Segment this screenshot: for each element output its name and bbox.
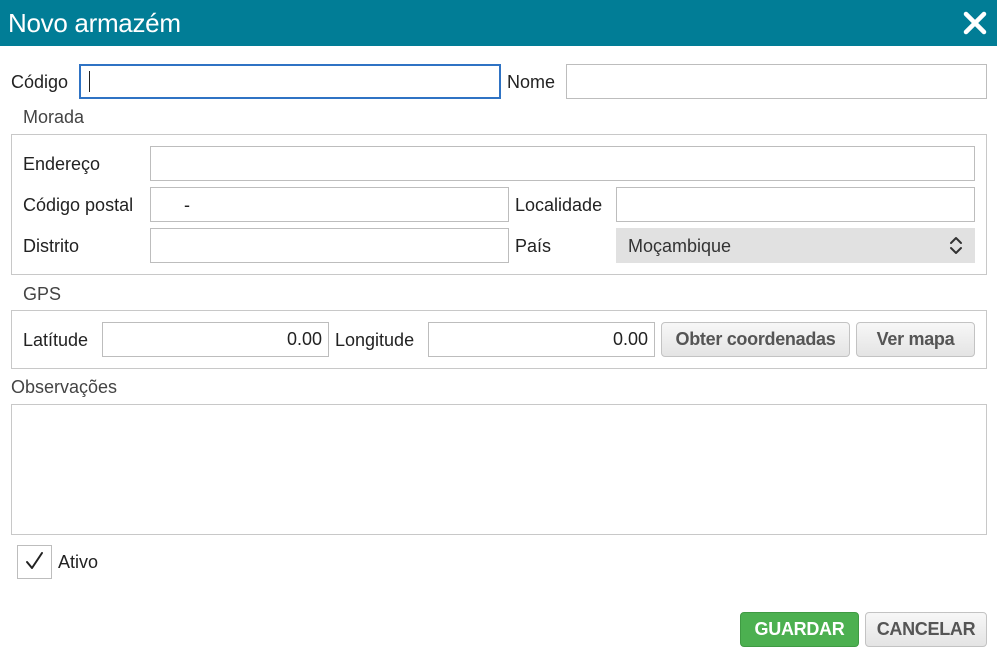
ver-mapa-button[interactable]: Ver mapa bbox=[856, 322, 975, 357]
close-icon[interactable] bbox=[961, 9, 989, 37]
longitude-label: Longitude bbox=[335, 330, 415, 350]
distrito-label: Distrito bbox=[23, 236, 80, 256]
codigo-postal-separator: - bbox=[184, 195, 190, 215]
dialog-title: Novo armazém bbox=[8, 8, 181, 38]
ativo-checkbox[interactable] bbox=[17, 545, 52, 579]
codigo-postal-label: Código postal bbox=[23, 195, 134, 215]
nome-label: Nome bbox=[507, 72, 556, 92]
endereco-label: Endereço bbox=[23, 154, 101, 174]
nome-input[interactable] bbox=[566, 64, 987, 99]
codigo-postal-input[interactable] bbox=[150, 187, 509, 222]
latitude-input[interactable] bbox=[102, 322, 329, 357]
gps-legend: GPS bbox=[23, 284, 62, 304]
checkmark-icon bbox=[26, 552, 43, 569]
cancelar-button[interactable]: CANCELAR bbox=[865, 612, 987, 647]
latitude-label: Latítude bbox=[23, 330, 89, 350]
endereco-input[interactable] bbox=[150, 146, 975, 181]
guardar-button[interactable]: GUARDAR bbox=[740, 612, 859, 647]
longitude-input[interactable] bbox=[428, 322, 655, 357]
distrito-input[interactable] bbox=[150, 228, 509, 263]
morada-legend: Morada bbox=[23, 107, 85, 127]
pais-label: País bbox=[515, 236, 552, 256]
codigo-input[interactable] bbox=[79, 64, 501, 99]
observacoes-label: Observações bbox=[11, 377, 118, 397]
pais-select[interactable]: Moçambique bbox=[616, 228, 975, 263]
obter-coordenadas-button[interactable]: Obter coordenadas bbox=[661, 322, 850, 357]
pais-selected-value: Moçambique bbox=[628, 236, 732, 256]
localidade-input[interactable] bbox=[616, 187, 975, 222]
ativo-label: Ativo bbox=[58, 552, 99, 572]
codigo-label: Código bbox=[11, 72, 69, 92]
dialog-titlebar: Novo armazém bbox=[0, 0, 997, 46]
text-caret bbox=[89, 71, 90, 92]
localidade-label: Localidade bbox=[515, 195, 603, 215]
select-updown-icon bbox=[950, 237, 962, 254]
observacoes-textarea[interactable] bbox=[11, 404, 987, 535]
